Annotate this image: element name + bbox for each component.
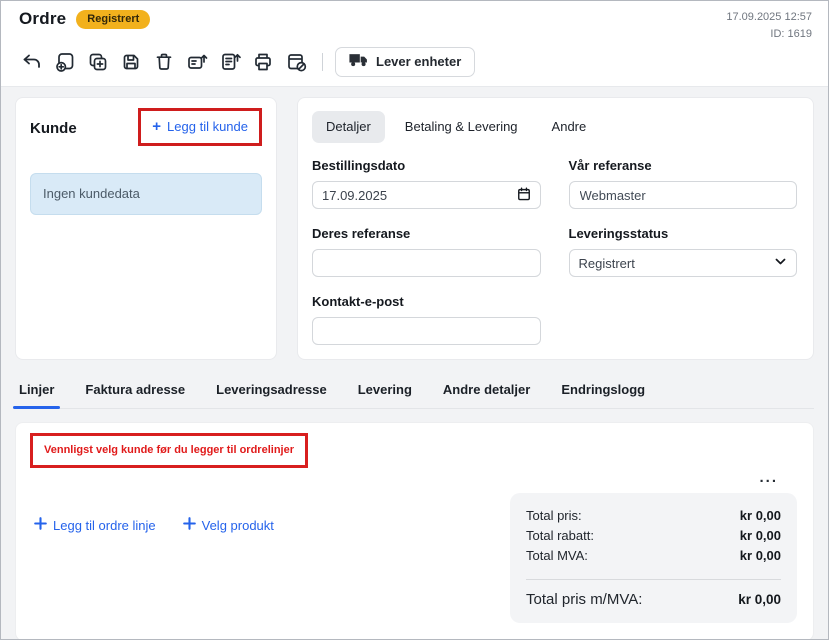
calendar-icon[interactable] [517,187,531,204]
add-document-button[interactable] [52,49,78,75]
our-reference-input[interactable] [569,181,798,209]
total-discount-row: Total rabatt: kr 0,00 [526,526,781,546]
export-lines-button[interactable] [217,49,243,75]
undo-button[interactable] [19,49,45,75]
tab-betaling-levering[interactable]: Betaling & Levering [391,111,532,143]
total-discount-value: kr 0,00 [740,526,781,546]
delivery-status-label: Leveringsstatus [569,226,798,241]
grand-total-label: Total pris m/MVA: [526,591,642,608]
duplicate-button[interactable] [85,49,111,75]
order-date-label: Bestillingsdato [312,158,541,173]
order-page: Ordre Registrert 17.09.2025 12:57 ID: 16… [0,0,829,640]
total-price-value: kr 0,00 [740,506,781,526]
total-price-row: Total pris: kr 0,00 [526,506,781,526]
deliver-units-button[interactable]: Lever enheter [335,47,475,77]
add-customer-link[interactable]: + Legg til kunde [152,119,248,134]
status-badge: Registrert [76,10,150,29]
their-reference-label: Deres referanse [312,226,541,241]
toolbar-divider [322,53,323,71]
save-button[interactable] [118,49,144,75]
more-options-button[interactable]: ... [759,471,778,485]
cancel-document-icon [285,51,307,73]
order-id: ID: 1619 [726,26,812,43]
contact-email-label: Kontakt-e-post [312,294,541,309]
order-date-field-group: Bestillingsdato 17.09.2025 [312,158,541,209]
chevron-down-icon [774,255,787,271]
order-date-input[interactable]: 17.09.2025 [312,181,541,209]
total-price-label: Total pris: [526,506,582,526]
details-tabs: Detaljer Betaling & Levering Andre [312,111,797,143]
totals-summary: Total pris: kr 0,00 Total rabatt: kr 0,0… [510,493,797,623]
tab-detaljer[interactable]: Detaljer [312,111,385,143]
print-icon [252,51,274,73]
tab-endringslogg[interactable]: Endringslogg [559,373,647,408]
tab-faktura-adresse[interactable]: Faktura adresse [83,373,187,408]
section-tabs: Linjer Faktura adresse Leveringsadresse … [15,373,814,409]
total-discount-label: Total rabatt: [526,526,594,546]
duplicate-icon [87,51,109,73]
print-button[interactable] [250,49,276,75]
toolbar: Lever enheter [19,47,812,77]
tab-linjer[interactable]: Linjer [17,373,56,408]
delete-icon [153,51,175,73]
add-document-icon [54,51,76,73]
tab-leveringsadresse[interactable]: Leveringsadresse [214,373,329,408]
add-customer-label: Legg til kunde [167,119,248,134]
delivery-status-value: Registrert [579,256,635,271]
grand-total-row: Total pris m/MVA: kr 0,00 [526,591,781,608]
grand-total-value: kr 0,00 [738,592,781,607]
contact-email-field-group: Kontakt-e-post [312,294,541,345]
plus-icon [183,517,196,533]
tab-andre-detaljer[interactable]: Andre detaljer [441,373,532,408]
save-icon [120,51,142,73]
customer-panel-title: Kunde [30,120,77,137]
our-reference-label: Vår referanse [569,158,798,173]
order-date-value: 17.09.2025 [322,188,387,203]
order-timestamp: 17.09.2025 12:57 [726,9,812,26]
send-order-button[interactable] [184,49,210,75]
tab-andre[interactable]: Andre [538,111,601,143]
totals-divider [526,579,781,580]
tab-levering[interactable]: Levering [356,373,414,408]
header-meta: 17.09.2025 12:57 ID: 1619 [726,9,812,43]
undo-icon [21,51,43,73]
delete-button[interactable] [151,49,177,75]
select-product-label: Velg produkt [202,518,274,533]
select-product-link[interactable]: Velg produkt [183,517,274,533]
delivery-status-select[interactable]: Registrert [569,249,798,277]
deliver-units-label: Lever enheter [376,54,461,69]
add-customer-highlight: + Legg til kunde [138,108,262,146]
add-order-line-link[interactable]: Legg til ordre linje [34,517,156,533]
order-lines-panel: Vennligst velg kunde før du legger til o… [15,422,814,640]
add-order-line-label: Legg til ordre linje [53,518,156,533]
plus-icon: + [152,119,161,134]
their-reference-field-group: Deres referanse [312,226,541,277]
page-header: Ordre Registrert 17.09.2025 12:57 ID: 16… [1,1,828,87]
no-customer-data-notice: Ingen kundedata [30,173,262,215]
export-lines-icon [219,51,241,73]
line-actions: Legg til ordre linje Velg produkt [34,517,274,533]
total-vat-value: kr 0,00 [740,546,781,566]
cancel-document-button[interactable] [283,49,309,75]
truck-icon [349,53,369,70]
plus-icon [34,517,47,533]
order-details-form: Bestillingsdato 17.09.2025 Vår referanse [312,158,797,345]
send-order-icon [186,51,208,73]
customer-panel: Kunde + Legg til kunde Ingen kundedata [15,97,277,360]
select-customer-warning: Vennligst velg kunde før du legger til o… [30,433,308,468]
page-title: Ordre [19,9,66,29]
delivery-status-field-group: Leveringsstatus Registrert [569,226,798,277]
their-reference-input[interactable] [312,249,541,277]
our-reference-field-group: Vår referanse [569,158,798,209]
content-area: Kunde + Legg til kunde Ingen kundedata D… [1,87,828,640]
details-panel: Detaljer Betaling & Levering Andre Besti… [297,97,814,360]
total-vat-label: Total MVA: [526,546,588,566]
total-vat-row: Total MVA: kr 0,00 [526,546,781,566]
contact-email-input[interactable] [312,317,541,345]
